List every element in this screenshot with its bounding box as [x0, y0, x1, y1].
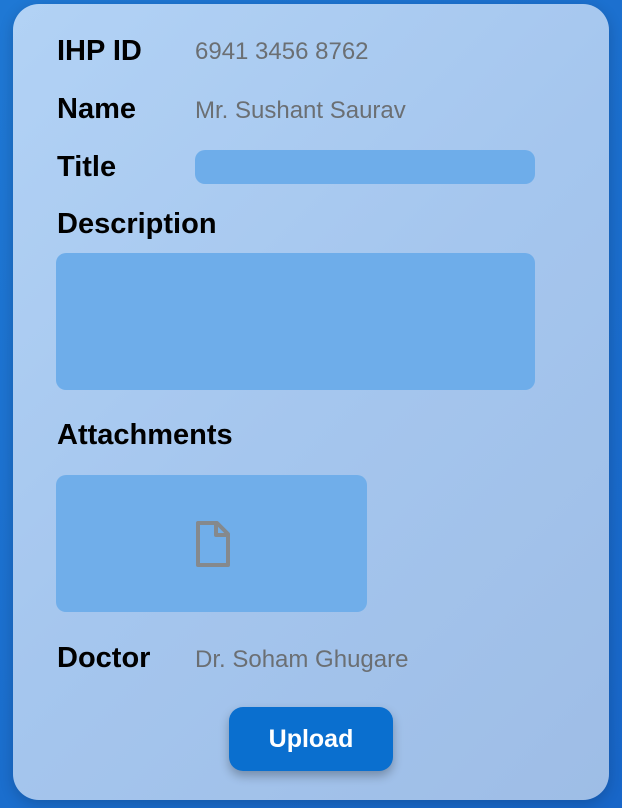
ihp-id-label: IHP ID [57, 35, 142, 67]
file-icon [196, 521, 230, 567]
title-label: Title [57, 151, 117, 183]
description-textarea[interactable] [56, 253, 535, 390]
name-label: Name [57, 93, 136, 125]
upload-record-card: IHP ID 6941 3456 8762 Name Mr. Sushant S… [13, 4, 609, 800]
doctor-label: Doctor [57, 642, 151, 674]
description-label: Description [57, 208, 217, 240]
doctor-value: Dr. Soham Ghugare [195, 646, 409, 673]
attachment-dropzone[interactable] [56, 475, 367, 612]
upload-button[interactable]: Upload [229, 707, 393, 771]
attachments-label: Attachments [57, 419, 233, 451]
name-value: Mr. Sushant Saurav [195, 97, 406, 124]
ihp-id-value: 6941 3456 8762 [195, 38, 369, 65]
title-input[interactable] [195, 150, 535, 184]
